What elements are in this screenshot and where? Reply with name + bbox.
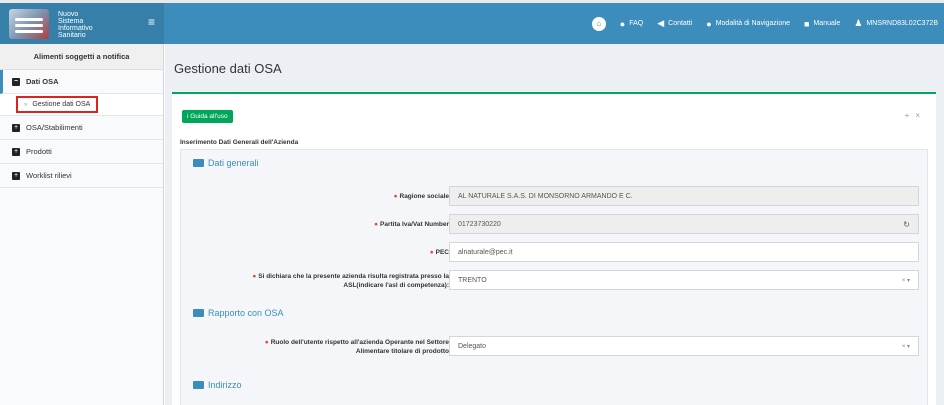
close-icon[interactable]: ×: [915, 111, 926, 120]
asl-select[interactable]: TRENTO × ▾: [449, 270, 919, 290]
nsis-logo-icon: [9, 9, 49, 39]
plus-square-icon: +: [12, 147, 20, 156]
panel-toolbar: i Guida all'uso +×: [172, 94, 936, 124]
minus-square-icon: −: [12, 77, 20, 86]
guida-all-uso-button[interactable]: i Guida all'uso: [182, 110, 233, 123]
home-icon: ⌂: [591, 16, 606, 31]
label-ragione-sociale: ● Ragione sociale: [393, 193, 449, 200]
clear-caret-icon[interactable]: × ▾: [902, 343, 910, 350]
sidebar-item-osa-stabilimenti[interactable]: + OSA/Stabilimenti: [0, 116, 163, 140]
label-ruolo: ● Ruolo dell'utente rispetto all'azienda …: [264, 339, 449, 355]
refresh-icon[interactable]: ↻: [903, 220, 910, 229]
label-asl: ● Si dichiara che la presente azienda ris…: [252, 273, 449, 289]
clear-caret-icon[interactable]: × ▾: [902, 277, 910, 284]
chevron-right-icon: »: [24, 101, 28, 108]
faq-link[interactable]: ● FAQ: [620, 19, 643, 29]
sidebar-item-dati-osa[interactable]: − Dati OSA: [0, 70, 163, 94]
label-partita-iva: ● Partita Iva/Vat Number: [374, 221, 449, 228]
section-indirizzo: Indirizzo: [193, 380, 242, 390]
logo-text: Nuovo Sistema Informativo Sanitario: [58, 11, 93, 39]
page-title: Gestione dati OSA: [174, 61, 282, 76]
app-logo[interactable]: Nuovo Sistema Informativo Sanitario: [0, 3, 164, 44]
expand-icon[interactable]: +: [905, 111, 916, 120]
main-content: Gestione dati OSA i Guida all'uso +× Ins…: [165, 44, 944, 405]
top-navbar: Nuovo Sistema Informativo Sanitario ≡ ⌂ …: [0, 0, 944, 44]
sidebar-item-worklist-rilievi[interactable]: + Worklist rilievi: [0, 164, 163, 188]
menu-toggle-icon[interactable]: ≡: [148, 15, 155, 29]
sidebar-header: Alimenti soggetti a notifica: [0, 44, 163, 70]
ragione-sociale-field: AL NATURALE S.A.S. DI MONSORNO ARMANDO E…: [449, 186, 919, 206]
folder-open-icon: [193, 309, 204, 317]
bullhorn-icon: ◀: [657, 18, 665, 28]
form-panel: i Guida all'uso +× Inserimento Dati Gene…: [172, 92, 936, 405]
form-body: Dati generali ● Ragione sociale AL NATURA…: [180, 149, 928, 405]
panel-tools: +×: [905, 111, 926, 120]
user-menu[interactable]: ♟ MNSRND83L02C372B: [854, 18, 938, 29]
plus-square-icon: +: [12, 123, 20, 132]
ruolo-select[interactable]: Delegato × ▾: [449, 336, 919, 356]
sidebar-subitem-gestione-dati-osa[interactable]: » Gestione dati OSA: [0, 94, 163, 116]
sidebar: Alimenti soggetti a notifica − Dati OSA …: [0, 44, 164, 405]
info-circle-icon: ●: [619, 18, 626, 29]
folder-open-icon: [193, 381, 204, 389]
section-rapporto-osa: Rapporto con OSA: [193, 308, 284, 318]
modalita-navigazione-link[interactable]: ● Modalità di Navigazione: [706, 19, 790, 29]
user-icon: ♟: [854, 18, 863, 28]
pec-input[interactable]: alnaturale@pec.it: [449, 242, 919, 262]
label-pec: ● PEC: [429, 249, 449, 256]
top-nav: ⌂ ● FAQ ◀ Contatti ● Modalità di Navigaz…: [578, 3, 938, 44]
folder-open-icon: [193, 159, 204, 167]
section-dati-generali: Dati generali: [193, 158, 259, 168]
sidebar-item-prodotti[interactable]: + Prodotti: [0, 140, 163, 164]
panel-subtitle: Inserimento Dati Generali dell'Azienda: [180, 139, 299, 146]
home-button[interactable]: ⌂: [591, 16, 606, 31]
contatti-link[interactable]: ◀ Contatti: [657, 18, 692, 29]
highlight-box: » Gestione dati OSA: [16, 96, 99, 113]
manuale-link[interactable]: ■ Manuale: [804, 19, 840, 29]
book-icon: ■: [804, 18, 810, 29]
info-icon: ●: [706, 18, 712, 29]
plus-square-icon: +: [12, 171, 20, 180]
partita-iva-field: 01723730220 ↻: [449, 214, 919, 234]
